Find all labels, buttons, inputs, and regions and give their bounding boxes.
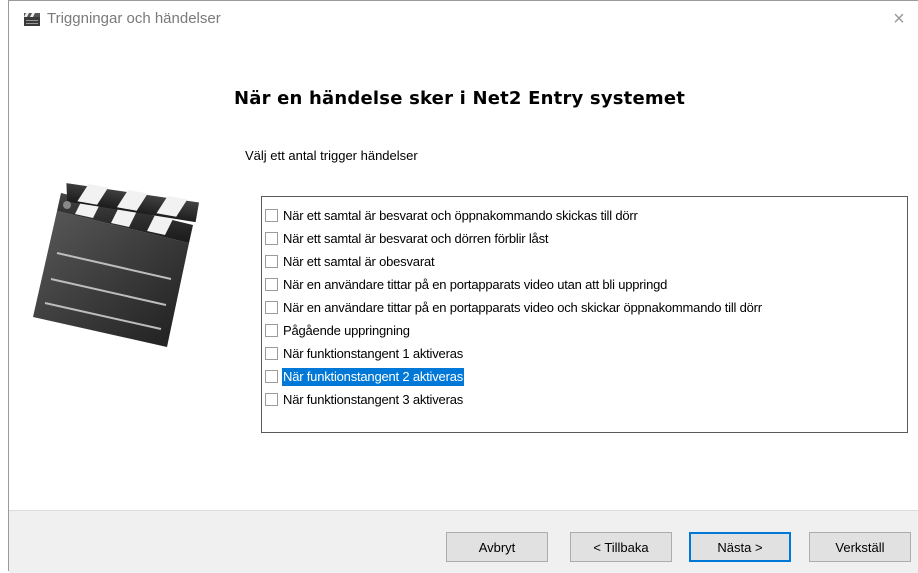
trigger-item-label: När funktionstangent 3 aktiveras: [283, 391, 464, 407]
trigger-checkbox[interactable]: [265, 301, 278, 314]
trigger-checkbox[interactable]: [265, 255, 278, 268]
trigger-checkbox[interactable]: [265, 209, 278, 222]
trigger-list-item[interactable]: När en användare tittar på en portappara…: [262, 296, 907, 319]
trigger-item-label: När ett samtal är besvarat och öppnakomm…: [283, 207, 638, 223]
trigger-checkbox[interactable]: [265, 347, 278, 360]
button-bar: Avbryt < Tillbaka Nästa > Verkställ: [9, 510, 918, 573]
trigger-item-label: Pågående uppringning: [283, 322, 410, 338]
trigger-list-item[interactable]: När en användare tittar på en portappara…: [262, 273, 907, 296]
trigger-checkbox[interactable]: [265, 324, 278, 337]
window-title: Triggningar och händelser: [47, 10, 221, 27]
cancel-button[interactable]: Avbryt: [446, 532, 548, 562]
instruction-text: Välj ett antal trigger händelser: [245, 148, 418, 163]
trigger-list-item[interactable]: När funktionstangent 1 aktiveras: [262, 342, 907, 365]
wizard-window: Triggningar och händelser × När en hände…: [8, 0, 918, 573]
close-icon: ×: [893, 7, 905, 30]
trigger-item-label: När ett samtal är obesvarat: [283, 253, 435, 269]
trigger-item-label: När funktionstangent 1 aktiveras: [283, 345, 464, 361]
trigger-checkbox[interactable]: [265, 393, 278, 406]
trigger-checkbox[interactable]: [265, 370, 278, 383]
back-button[interactable]: < Tillbaka: [570, 532, 672, 562]
clapperboard-icon: [33, 183, 200, 347]
trigger-event-list[interactable]: När ett samtal är besvarat och öppnakomm…: [261, 196, 908, 433]
trigger-list-item[interactable]: När funktionstangent 3 aktiveras: [262, 388, 907, 411]
trigger-list-item[interactable]: När ett samtal är besvarat och öppnakomm…: [262, 204, 907, 227]
trigger-list-item[interactable]: När funktionstangent 2 aktiveras: [262, 365, 907, 388]
close-button[interactable]: ×: [879, 1, 918, 37]
trigger-list-item[interactable]: Pågående uppringning: [262, 319, 907, 342]
trigger-item-label: När en användare tittar på en portappara…: [283, 276, 668, 292]
next-button[interactable]: Nästa >: [689, 532, 791, 562]
trigger-item-label: När ett samtal är besvarat och dörren fö…: [283, 230, 549, 246]
page-heading: När en händelse sker i Net2 Entry system…: [234, 88, 686, 109]
trigger-list-item[interactable]: När ett samtal är besvarat och dörren fö…: [262, 227, 907, 250]
trigger-item-label: När en användare tittar på en portappara…: [283, 299, 762, 315]
trigger-checkbox[interactable]: [265, 278, 278, 291]
trigger-item-label: När funktionstangent 2 aktiveras: [282, 367, 465, 386]
title-bar: Triggningar och händelser ×: [9, 1, 918, 37]
trigger-list-item[interactable]: När ett samtal är obesvarat: [262, 250, 907, 273]
apply-button[interactable]: Verkställ: [809, 532, 911, 562]
clapperboard-icon: [23, 12, 41, 27]
trigger-checkbox[interactable]: [265, 232, 278, 245]
